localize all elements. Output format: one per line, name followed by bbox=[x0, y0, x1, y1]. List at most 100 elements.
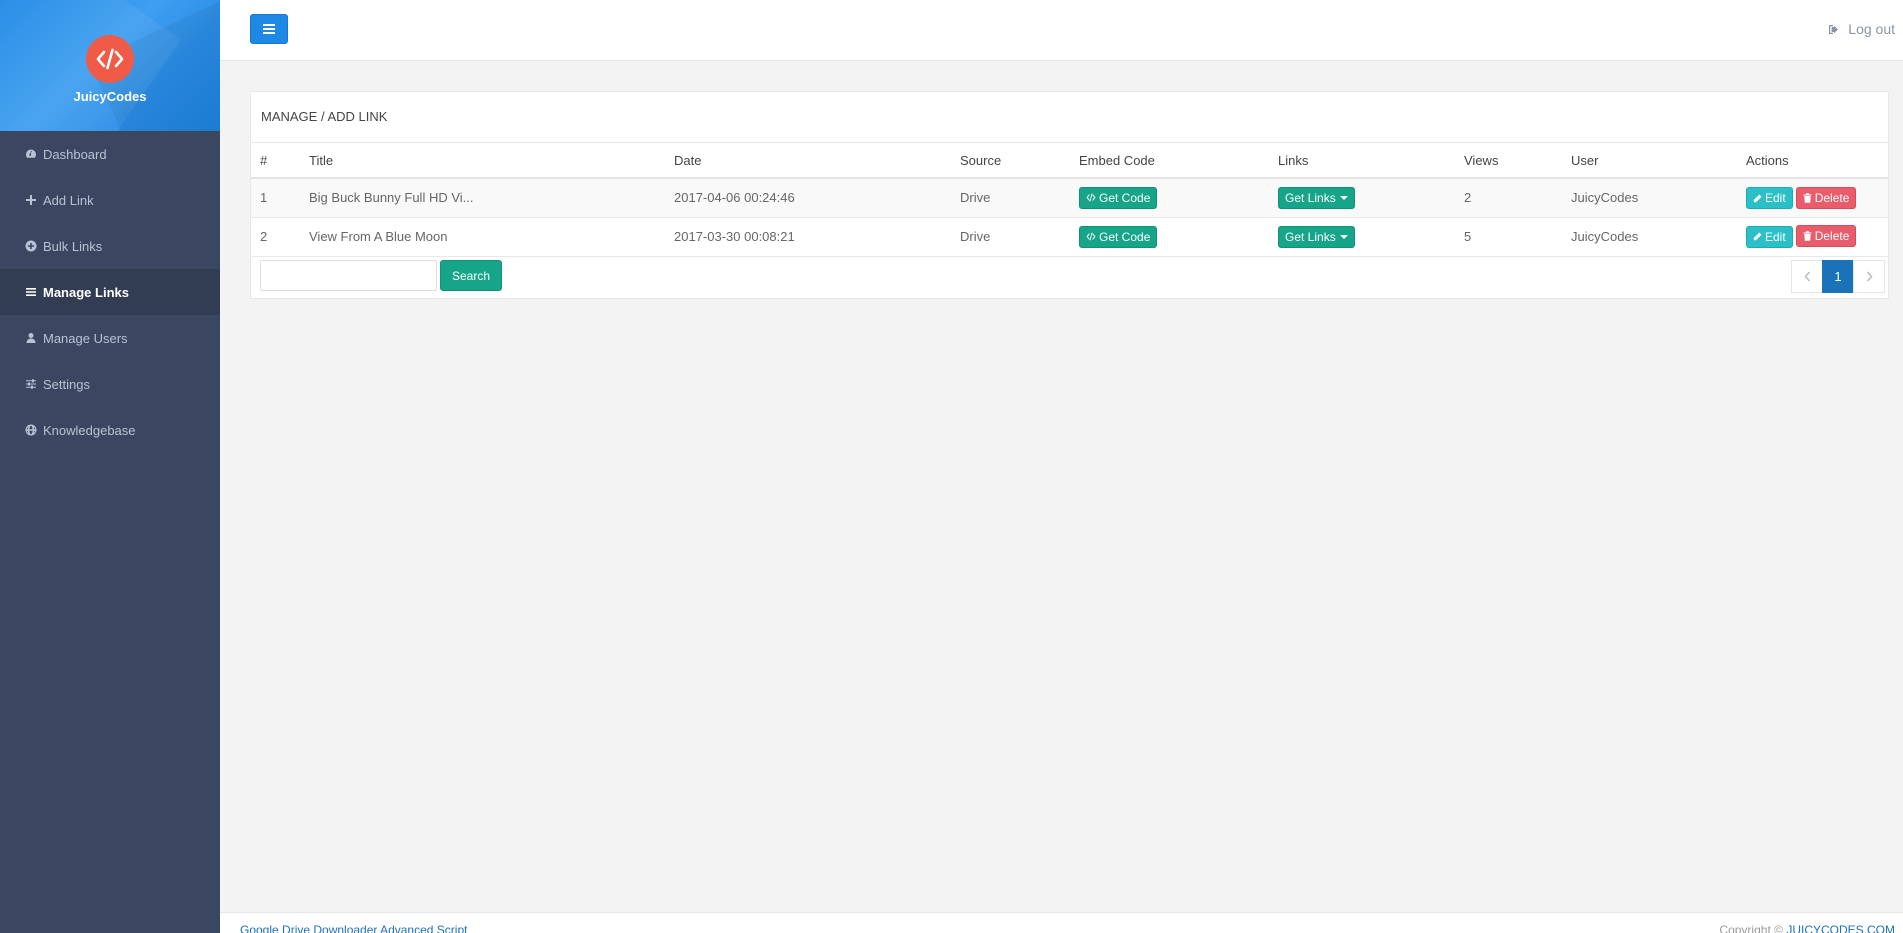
cell-embed: Get Code bbox=[1070, 217, 1269, 257]
sidebar-item-settings[interactable]: Settings bbox=[0, 361, 220, 407]
column-header[interactable]: Views bbox=[1455, 143, 1562, 179]
table-header-row: # Title Date Source Embed Code Links Vie… bbox=[251, 143, 1888, 179]
cell-views: 2 bbox=[1455, 178, 1562, 218]
sidebar-item-knowledgebase[interactable]: Knowledgebase bbox=[0, 407, 220, 453]
sidebar-item-label: Bulk Links bbox=[43, 238, 103, 254]
code-logo-icon[interactable] bbox=[86, 35, 134, 83]
brand-header: JuicyCodes bbox=[0, 0, 220, 131]
cell-embed: Get Code bbox=[1070, 178, 1269, 218]
cell-title: Big Buck Bunny Full HD Vi... bbox=[300, 178, 665, 218]
cell-title: View From A Blue Moon bbox=[300, 217, 665, 257]
cell-user: JuicyCodes bbox=[1562, 178, 1737, 218]
caret-down-icon bbox=[1339, 195, 1348, 200]
column-header[interactable]: Source bbox=[951, 143, 1070, 179]
code-icon bbox=[1086, 193, 1096, 202]
sidebar: JuicyCodes Dashboard Add Link Bulk Links… bbox=[0, 0, 220, 933]
page-number-button[interactable]: 1 bbox=[1822, 260, 1854, 293]
sidebar-nav: Dashboard Add Link Bulk Links Manage Lin… bbox=[0, 131, 220, 453]
dashboard-icon bbox=[25, 148, 37, 160]
pagination: 1 bbox=[1791, 260, 1885, 293]
sliders-icon bbox=[25, 378, 37, 390]
globe-icon bbox=[25, 424, 37, 436]
cell-links: Get Links bbox=[1269, 178, 1455, 218]
pencil-icon bbox=[1753, 232, 1762, 241]
links-table: # Title Date Source Embed Code Links Vie… bbox=[251, 143, 1888, 257]
cell-number: 2 bbox=[251, 217, 300, 257]
cell-number: 1 bbox=[251, 178, 300, 218]
next-page-button[interactable] bbox=[1853, 260, 1885, 293]
get-code-button[interactable]: Get Code bbox=[1079, 186, 1158, 209]
sign-out-icon bbox=[1829, 24, 1839, 34]
sidebar-item-dashboard[interactable]: Dashboard bbox=[0, 131, 220, 177]
plus-icon bbox=[25, 194, 37, 206]
search-row: Search bbox=[260, 260, 503, 291]
get-links-label: Get Links bbox=[1285, 190, 1336, 205]
column-header[interactable]: Actions bbox=[1737, 143, 1888, 179]
sidebar-item-label: Manage Links bbox=[43, 284, 129, 300]
column-header[interactable]: User bbox=[1562, 143, 1737, 179]
manage-links-panel: MANAGE / ADD LINK # Title Date Source Em… bbox=[250, 91, 1889, 299]
search-button[interactable]: Search bbox=[440, 260, 503, 291]
cell-actions: Edit Delete bbox=[1737, 178, 1888, 218]
logout-label: Log out bbox=[1848, 21, 1895, 37]
get-code-label: Get Code bbox=[1099, 229, 1151, 244]
get-links-dropdown[interactable]: Get Links bbox=[1278, 186, 1355, 209]
list-icon bbox=[25, 286, 37, 298]
column-header[interactable]: # bbox=[251, 143, 300, 179]
chevron-right-icon bbox=[1866, 271, 1873, 282]
code-icon bbox=[1086, 232, 1096, 241]
chevron-left-icon bbox=[1803, 271, 1810, 282]
plus-circle-icon bbox=[25, 240, 37, 252]
sidebar-item-add-link[interactable]: Add Link bbox=[0, 177, 220, 223]
cell-views: 5 bbox=[1455, 217, 1562, 257]
table-row: 2 View From A Blue Moon 2017-03-30 00:08… bbox=[251, 217, 1888, 257]
edit-label: Edit bbox=[1765, 191, 1786, 205]
column-header[interactable]: Links bbox=[1269, 143, 1455, 179]
delete-button[interactable]: Delete bbox=[1795, 186, 1857, 209]
cell-links: Get Links bbox=[1269, 217, 1455, 257]
copyright-text: Copyright © bbox=[1719, 923, 1783, 933]
get-code-label: Get Code bbox=[1099, 190, 1151, 205]
cell-actions: Edit Delete bbox=[1737, 217, 1888, 257]
sidebar-item-label: Add Link bbox=[43, 192, 94, 208]
footer-product-link[interactable]: Google Drive Downloader Advanced Script bbox=[240, 923, 467, 933]
cell-source: Drive bbox=[951, 217, 1070, 257]
previous-page-button[interactable] bbox=[1791, 260, 1823, 293]
edit-button[interactable]: Edit bbox=[1746, 225, 1793, 248]
sidebar-item-manage-users[interactable]: Manage Users bbox=[0, 315, 220, 361]
sidebar-item-label: Dashboard bbox=[43, 146, 107, 162]
table-row: 1 Big Buck Bunny Full HD Vi... 2017-04-0… bbox=[251, 178, 1888, 218]
edit-button[interactable]: Edit bbox=[1746, 187, 1793, 209]
cell-user: JuicyCodes bbox=[1562, 217, 1737, 257]
brand-name[interactable]: JuicyCodes bbox=[0, 89, 220, 104]
trash-icon bbox=[1803, 231, 1812, 241]
get-links-label: Get Links bbox=[1285, 229, 1336, 244]
delete-label: Delete bbox=[1814, 229, 1850, 244]
menu-toggle-button[interactable] bbox=[250, 14, 288, 44]
cell-source: Drive bbox=[951, 178, 1070, 218]
get-links-dropdown[interactable]: Get Links bbox=[1278, 225, 1355, 248]
delete-label: Delete bbox=[1814, 190, 1850, 205]
sidebar-item-manage-links[interactable]: Manage Links bbox=[0, 269, 220, 315]
sidebar-item-label: Settings bbox=[43, 376, 90, 392]
cell-date: 2017-03-30 00:08:21 bbox=[665, 217, 951, 257]
top-bar: Log out bbox=[220, 0, 1903, 61]
sidebar-item-bulk-links[interactable]: Bulk Links bbox=[0, 223, 220, 269]
cell-date: 2017-04-06 00:24:46 bbox=[665, 178, 951, 218]
footer-copyright: Copyright © JUICYCODES.COM bbox=[1719, 923, 1895, 933]
column-header[interactable]: Date bbox=[665, 143, 951, 179]
footer-site-link[interactable]: JUICYCODES.COM bbox=[1786, 923, 1895, 933]
column-header[interactable]: Embed Code bbox=[1070, 143, 1269, 179]
edit-label: Edit bbox=[1765, 229, 1786, 244]
get-code-button[interactable]: Get Code bbox=[1079, 225, 1158, 248]
trash-icon bbox=[1803, 192, 1812, 203]
footer: Google Drive Downloader Advanced Script … bbox=[220, 912, 1903, 933]
logout-link[interactable]: Log out bbox=[1828, 21, 1895, 37]
column-header[interactable]: Title bbox=[300, 143, 665, 179]
search-input[interactable] bbox=[260, 260, 437, 291]
sidebar-item-label: Knowledgebase bbox=[43, 422, 136, 438]
hamburger-icon bbox=[263, 24, 275, 34]
delete-button[interactable]: Delete bbox=[1795, 225, 1857, 248]
caret-down-icon bbox=[1339, 234, 1348, 239]
user-icon bbox=[25, 332, 37, 344]
